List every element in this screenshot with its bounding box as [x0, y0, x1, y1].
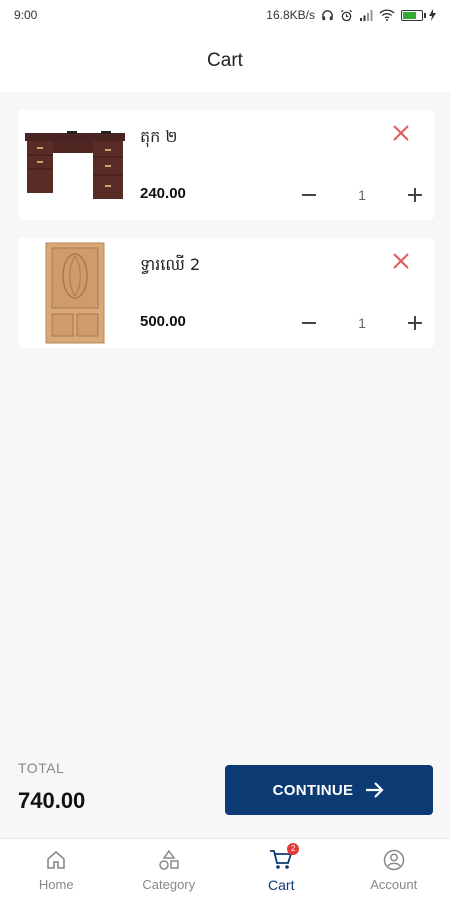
close-icon [393, 125, 409, 141]
increase-quantity-button[interactable] [402, 310, 428, 336]
cart-item: តុក ២ 240.00 1 [18, 110, 434, 220]
remove-item-button[interactable] [390, 122, 412, 144]
category-icon [158, 847, 180, 873]
account-icon [383, 847, 405, 873]
minus-icon [302, 322, 316, 324]
arrow-right-icon [366, 782, 384, 798]
status-icons: 16.8KB/s [266, 8, 436, 22]
decrease-quantity-button[interactable] [296, 310, 322, 336]
network-speed: 16.8KB/s [266, 8, 315, 22]
plus-icon [408, 316, 422, 330]
decrease-quantity-button[interactable] [296, 182, 322, 208]
status-time: 9:00 [14, 8, 38, 22]
alarm-icon [340, 9, 353, 22]
cart-list: តុក ២ 240.00 1 ទ្វារឈើ 2 500.00 1 [18, 110, 434, 366]
bottom-navigation: Home Category 2 Cart Account [0, 838, 450, 900]
item-name: ទ្វារឈើ 2 [140, 255, 201, 274]
nav-label: Home [38, 877, 74, 892]
increase-quantity-button[interactable] [402, 182, 428, 208]
home-icon [45, 847, 67, 873]
cart-item: ទ្វារឈើ 2 500.00 1 [18, 238, 434, 348]
app-header: Cart [0, 30, 450, 92]
cart-badge: 2 [287, 842, 300, 855]
nav-item-account[interactable]: Account [338, 839, 450, 900]
item-price: 240.00 [140, 185, 186, 202]
page-title: Cart [207, 50, 243, 71]
wifi-icon [379, 9, 395, 21]
total-label: TOTAL [18, 760, 65, 776]
item-price: 500.00 [140, 313, 186, 330]
continue-label: CONTINUE [272, 781, 354, 799]
signal-icon [359, 9, 373, 21]
cart-icon: 2 [269, 842, 300, 873]
cart-total: TOTAL 740.00 [18, 760, 85, 814]
quantity-stepper: 1 [296, 180, 428, 210]
continue-button[interactable]: CONTINUE [225, 765, 433, 815]
total-value: 740.00 [18, 788, 86, 813]
battery-icon [401, 9, 426, 21]
quantity-stepper: 1 [296, 308, 428, 338]
item-name: តុក ២ [140, 127, 178, 146]
nav-label: Category [142, 877, 196, 892]
wooden-door-image [22, 242, 128, 344]
quantity-value: 1 [358, 187, 366, 203]
plus-icon [408, 188, 422, 202]
nav-label: Cart [268, 876, 295, 893]
office-desk-image [22, 114, 128, 216]
status-bar: 9:00 16.8KB/s [0, 0, 450, 30]
nav-item-home[interactable]: Home [0, 839, 113, 900]
minus-icon [302, 194, 316, 196]
charging-icon [429, 9, 436, 21]
close-icon [393, 253, 409, 269]
remove-item-button[interactable] [390, 250, 412, 272]
quantity-value: 1 [358, 315, 366, 331]
nav-item-cart[interactable]: 2 Cart [225, 839, 338, 900]
nav-item-category[interactable]: Category [113, 839, 226, 900]
nav-label: Account [370, 877, 418, 892]
headphones-icon [321, 9, 334, 22]
